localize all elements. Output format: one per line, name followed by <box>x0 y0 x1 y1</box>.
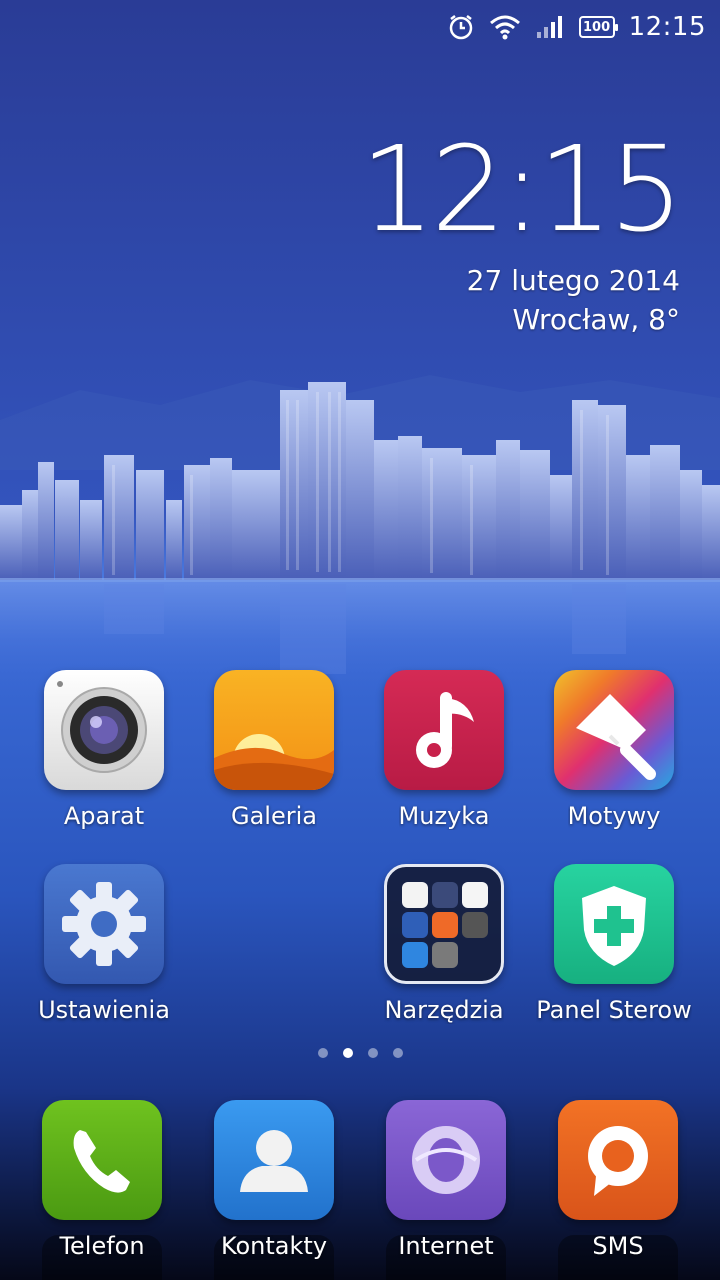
app-label: Panel Sterow <box>536 996 692 1024</box>
wifi-icon <box>489 14 521 40</box>
app-label: Internet <box>398 1232 494 1260</box>
calculator-mini-icon <box>432 912 458 938</box>
app-galeria[interactable]: Galeria <box>189 670 359 850</box>
app-label: Kontakty <box>220 1232 328 1260</box>
compass-mini-icon <box>462 912 488 938</box>
app-narzedzia[interactable]: Narzędzia <box>359 864 529 1044</box>
transfer-mini-icon <box>432 942 458 968</box>
gallery-icon <box>214 670 334 790</box>
battery-icon: 100 <box>578 16 618 38</box>
app-label: Muzyka <box>398 802 490 830</box>
themes-brush-icon <box>554 670 674 790</box>
settings-gear-icon <box>44 864 164 984</box>
clock-widget[interactable]: 12:15 27 lutego 2014 Wrocław, 8° <box>359 120 684 336</box>
clock-time: 12:15 <box>359 120 684 258</box>
app-panel-sterow[interactable]: Panel Sterow <box>529 864 699 1044</box>
app-label: Telefon <box>59 1232 145 1260</box>
page-dot-active[interactable] <box>342 1048 353 1058</box>
app-label: Narzędzia <box>384 996 504 1024</box>
page-dot[interactable] <box>392 1048 403 1058</box>
clock-date: 27 lutego 2014 <box>466 264 680 297</box>
app-label: Aparat <box>63 802 145 830</box>
app-ustawienia[interactable]: Ustawienia <box>19 864 189 1044</box>
flashlight-mini-icon <box>402 912 428 938</box>
sms-icon <box>558 1100 678 1220</box>
dock-telefon[interactable]: Telefon <box>17 1100 187 1280</box>
app-muzyka[interactable]: Muzyka <box>359 670 529 850</box>
music-icon <box>384 670 504 790</box>
app-motywy[interactable]: Motywy <box>529 670 699 850</box>
clock-weather: Wrocław, 8° <box>512 303 680 336</box>
dock-kontakty[interactable]: Kontakty <box>189 1100 359 1280</box>
signal-icon <box>535 14 565 40</box>
calendar-mini-icon <box>462 882 488 908</box>
page-indicator <box>0 1048 720 1058</box>
security-shield-icon <box>554 864 674 984</box>
app-label: Ustawienia <box>38 996 170 1024</box>
status-time: 12:15 <box>628 12 706 42</box>
app-aparat[interactable]: Aparat <box>19 670 189 850</box>
app-label: Motywy <box>567 802 661 830</box>
search-mini-icon <box>402 942 428 968</box>
dock-internet[interactable]: Internet <box>361 1100 531 1280</box>
phone-icon <box>42 1100 162 1220</box>
contacts-icon <box>214 1100 334 1220</box>
recorder-mini-icon <box>432 882 458 908</box>
alarm-icon <box>447 13 475 41</box>
dock-sms[interactable]: SMS <box>533 1100 703 1280</box>
page-dot[interactable] <box>317 1048 328 1058</box>
status-bar: 100 12:15 <box>0 0 720 54</box>
clock-mini-icon <box>402 882 428 908</box>
app-label: SMS <box>592 1232 644 1260</box>
tools-folder-icon <box>384 864 504 984</box>
page-dot[interactable] <box>367 1048 378 1058</box>
camera-icon <box>44 670 164 790</box>
browser-icon <box>386 1100 506 1220</box>
app-label: Galeria <box>231 802 317 830</box>
